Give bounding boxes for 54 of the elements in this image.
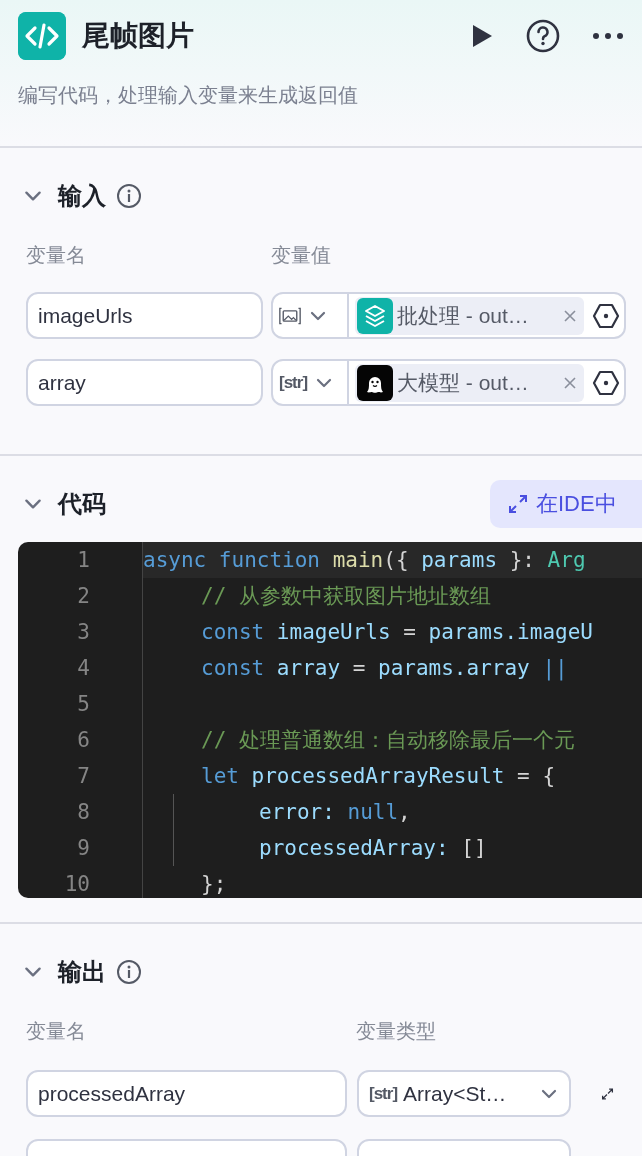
code-line: error: null, bbox=[259, 800, 411, 824]
close-icon[interactable] bbox=[564, 376, 576, 389]
reference-text: 批处理 - out… bbox=[397, 302, 530, 329]
expand-icon bbox=[508, 494, 528, 514]
variable-name-field[interactable]: processedArray bbox=[26, 1070, 347, 1117]
reference-tag[interactable]: 批处理 - out… bbox=[355, 296, 584, 335]
line-number: 8 bbox=[76, 800, 90, 824]
variable-name-field[interactable]: array bbox=[26, 359, 263, 406]
code-line: const imageUrls = params.imageU bbox=[201, 620, 593, 644]
line-number: 6 bbox=[76, 728, 90, 752]
column-header: 变量名 bbox=[26, 242, 87, 268]
node-description: 编写代码，处理输入变量来生成返回值 bbox=[18, 83, 359, 108]
code-line: }; bbox=[201, 872, 227, 896]
line-number: 9 bbox=[76, 836, 90, 860]
reference-tag[interactable]: 大模型 - out… bbox=[355, 363, 584, 402]
type-icon: [str] bbox=[279, 372, 308, 393]
variable-name-field[interactable]: imageUrls bbox=[26, 292, 263, 339]
code-line: async function main({ params }: Arg bbox=[143, 548, 586, 572]
ghost-icon bbox=[357, 364, 393, 401]
line-number: 2 bbox=[76, 584, 90, 608]
section-title: 代码 bbox=[58, 489, 106, 519]
type-select[interactable]: [str] Array<St… bbox=[357, 1070, 571, 1117]
open-in-ide-button[interactable]: 在IDE中 bbox=[490, 480, 642, 528]
code-line: let processedArrayResult = { bbox=[201, 764, 556, 788]
image-type-icon bbox=[279, 305, 301, 326]
code-icon bbox=[18, 12, 66, 60]
layers-icon bbox=[357, 297, 393, 334]
column-header: 变量名 bbox=[26, 1018, 87, 1044]
code-line: // 处理普通数组：自动移除最后一个元 bbox=[201, 727, 575, 754]
info-icon bbox=[116, 959, 142, 985]
section-title: 输出 bbox=[58, 957, 106, 987]
section-title: 输入 bbox=[58, 181, 106, 211]
code-line: processedArray: [] bbox=[259, 836, 487, 860]
line-number: 1 bbox=[76, 548, 90, 572]
line-number: 5 bbox=[76, 692, 90, 716]
help-icon[interactable] bbox=[526, 19, 560, 53]
close-icon[interactable] bbox=[564, 309, 576, 322]
node-title: 尾帧图片 bbox=[82, 19, 195, 53]
reference-text: 大模型 - out… bbox=[397, 369, 530, 396]
code-line: // 从参数中获取图片地址数组 bbox=[201, 583, 491, 610]
info-icon bbox=[116, 183, 142, 209]
code-line: const array = params.array || bbox=[201, 656, 568, 680]
play-icon[interactable] bbox=[470, 23, 494, 49]
line-number: 10 bbox=[63, 872, 90, 896]
column-header: 变量值 bbox=[271, 242, 331, 268]
type-icon: [str] bbox=[369, 1083, 398, 1104]
type-selector[interactable] bbox=[279, 294, 349, 337]
line-number: 7 bbox=[76, 764, 90, 788]
type-selector[interactable]: [str] bbox=[279, 361, 349, 404]
more-icon[interactable] bbox=[592, 32, 624, 40]
line-number: 3 bbox=[76, 620, 90, 644]
line-number: 4 bbox=[76, 656, 90, 680]
code-editor[interactable] bbox=[18, 542, 642, 898]
column-header: 变量类型 bbox=[356, 1018, 436, 1044]
